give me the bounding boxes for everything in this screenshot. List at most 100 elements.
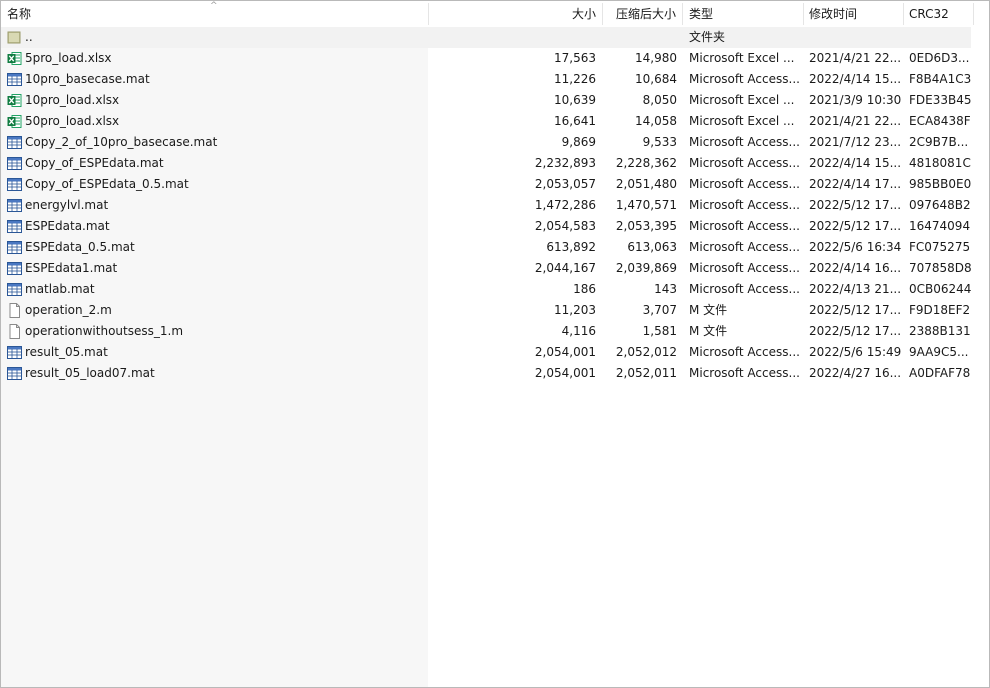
- file-crc32: A0DFAF78: [909, 366, 971, 380]
- file-type: Microsoft Access...: [689, 240, 800, 254]
- file-row[interactable]: operation_2.m 11,203 3,707 M 文件 2022/5/12 17…: [1, 300, 971, 321]
- file-crc32: 0CB06244: [909, 282, 971, 296]
- file-row[interactable]: energylvl.mat 1,472,286 1,470,571 Microsoft…: [1, 195, 971, 216]
- file-row[interactable]: 50pro_load.xlsx 16,641 14,058 Microsoft Exc…: [1, 111, 971, 132]
- file-row[interactable]: 10pro_basecase.mat 11,226 10,684 Microsoft …: [1, 69, 971, 90]
- file-packed-size: 14,980: [635, 51, 677, 65]
- file-row[interactable]: 10pro_load.xlsx 10,639 8,050 Microsoft Exce…: [1, 90, 971, 111]
- file-name: Copy_2_of_10pro_basecase.mat: [25, 135, 218, 149]
- file-size: 2,232,893: [534, 156, 596, 170]
- file-crc32: 4818081C: [909, 156, 971, 170]
- file-row[interactable]: matlab.mat 186 143 Microsoft Access... 2022/…: [1, 279, 971, 300]
- file-packed-size: 2,052,012: [615, 345, 677, 359]
- file-packed-size: 2,052,011: [615, 366, 677, 380]
- file-modified: 2022/4/14 16...: [809, 261, 902, 275]
- file-name: Copy_of_ESPEdata_0.5.mat: [25, 177, 189, 191]
- file-modified: 2022/5/6 15:49: [809, 345, 902, 359]
- file-row[interactable]: result_05.mat 2,054,001 2,052,012 Microsoft…: [1, 342, 971, 363]
- file-name: 10pro_load.xlsx: [25, 93, 120, 107]
- file-modified: 2022/5/6 16:34: [809, 240, 902, 254]
- file-crc32: 0ED6D3...: [909, 51, 970, 65]
- file-name: result_05_load07.mat: [25, 366, 155, 380]
- file-row[interactable]: Copy_of_ESPEdata.mat 2,232,893 2,228,362 Mi…: [1, 153, 971, 174]
- file-row[interactable]: ESPEdata.mat 2,054,583 2,053,395 Microsoft …: [1, 216, 971, 237]
- file-type: Microsoft Excel ...: [689, 114, 795, 128]
- file-modified: 2022/4/27 16...: [809, 366, 902, 380]
- file-crc32: 2388B131: [909, 324, 971, 338]
- file-crc32: F8B4A1C3: [909, 72, 971, 86]
- file-size: 17,563: [554, 51, 596, 65]
- column-header-modified[interactable]: 修改时间: [803, 1, 903, 27]
- file-size: 1,472,286: [534, 198, 596, 212]
- column-header-bar: 名称 ^ 大小 压缩后大小 类型 修改时间 CRC32: [1, 1, 989, 27]
- file-packed-size: 2,228,362: [615, 156, 677, 170]
- file-type: Microsoft Access...: [689, 198, 800, 212]
- file-row[interactable]: ESPEdata1.mat 2,044,167 2,039,869 Microsoft…: [1, 258, 971, 279]
- file-modified: 2022/5/12 17...: [809, 303, 902, 317]
- file-modified: 2021/7/12 23...: [809, 135, 902, 149]
- file-name: result_05.mat: [25, 345, 108, 359]
- file-packed-size: 10,684: [635, 72, 677, 86]
- file-list-window: 名称 ^ 大小 压缩后大小 类型 修改时间 CRC32 .. 文件夹 5pro_…: [0, 0, 990, 688]
- file-packed-size: 2,051,480: [615, 177, 677, 191]
- file-row[interactable]: result_05_load07.mat 2,054,001 2,052,011 Mi…: [1, 363, 971, 384]
- file-type: Microsoft Access...: [689, 219, 800, 233]
- file-modified: 2021/4/21 22...: [809, 114, 902, 128]
- file-type: Microsoft Access...: [689, 366, 800, 380]
- file-row[interactable]: Copy_of_ESPEdata_0.5.mat 2,053,057 2,051,4…: [1, 174, 971, 195]
- file-modified: 2022/4/14 17...: [809, 177, 902, 191]
- file-row[interactable]: ESPEdata_0.5.mat 613,892 613,063 Microsoft …: [1, 237, 971, 258]
- file-row[interactable]: 5pro_load.xlsx 17,563 14,980 Microsoft Exce…: [1, 48, 971, 69]
- sort-ascending-icon: ^: [210, 1, 218, 11]
- file-crc32: 2C9B7B...: [909, 135, 969, 149]
- file-row[interactable]: operationwithoutsess_1.m 4,116 1,581 M 文件 20…: [1, 321, 971, 342]
- column-divider[interactable]: [973, 3, 974, 25]
- file-name: ESPEdata.mat: [25, 219, 110, 233]
- file-type: M 文件: [689, 324, 728, 338]
- file-name: 5pro_load.xlsx: [25, 51, 112, 65]
- file-crc32: 9AA9C5...: [909, 345, 969, 359]
- file-type: Microsoft Access...: [689, 261, 800, 275]
- file-size: 2,053,057: [534, 177, 596, 191]
- column-header-crc32[interactable]: CRC32: [903, 1, 973, 27]
- file-packed-size: 1,581: [642, 324, 677, 338]
- file-type: Microsoft Access...: [689, 72, 800, 86]
- file-size: 9,869: [561, 135, 596, 149]
- file-type: 文件夹: [689, 30, 726, 44]
- file-modified: 2022/4/13 21...: [809, 282, 902, 296]
- file-name: 50pro_load.xlsx: [25, 114, 120, 128]
- file-crc32: ECA8438F: [909, 114, 971, 128]
- file-size: 2,054,001: [534, 366, 596, 380]
- file-row[interactable]: Copy_2_of_10pro_basecase.mat 9,869 9,533 Mi…: [1, 132, 971, 153]
- file-name: energylvl.mat: [25, 198, 109, 212]
- file-modified: 2022/4/14 15...: [809, 156, 902, 170]
- file-size: 2,054,001: [534, 345, 596, 359]
- file-crc32: 16474094: [909, 219, 971, 233]
- file-size: 186: [573, 282, 596, 296]
- file-type: Microsoft Excel ...: [689, 51, 795, 65]
- file-name: ..: [25, 30, 33, 44]
- column-header-size[interactable]: 大小: [429, 1, 602, 27]
- file-type: Microsoft Access...: [689, 135, 800, 149]
- file-packed-size: 8,050: [642, 93, 677, 107]
- file-crc32: F9D18EF2: [909, 303, 971, 317]
- file-size: 2,054,583: [534, 219, 596, 233]
- column-header-packed-size[interactable]: 压缩后大小: [603, 1, 682, 27]
- file-crc32: FDE33B45: [909, 93, 971, 107]
- column-header-type[interactable]: 类型: [683, 1, 803, 27]
- file-packed-size: 613,063: [627, 240, 677, 254]
- file-name: matlab.mat: [25, 282, 95, 296]
- file-name: Copy_of_ESPEdata.mat: [25, 156, 164, 170]
- parent-folder-row[interactable]: .. 文件夹: [1, 27, 971, 48]
- file-type: Microsoft Access...: [689, 177, 800, 191]
- file-modified: 2022/5/12 17...: [809, 198, 902, 212]
- file-type: Microsoft Access...: [689, 345, 800, 359]
- file-crc32: FC075275: [909, 240, 971, 254]
- file-crc32: 707858D8: [909, 261, 971, 275]
- file-packed-size: 2,039,869: [615, 261, 677, 275]
- file-name: ESPEdata_0.5.mat: [25, 240, 135, 254]
- file-modified: 2022/4/14 15...: [809, 72, 902, 86]
- file-name: ESPEdata1.mat: [25, 261, 118, 275]
- file-modified: 2022/5/12 17...: [809, 324, 902, 338]
- file-packed-size: 9,533: [642, 135, 677, 149]
